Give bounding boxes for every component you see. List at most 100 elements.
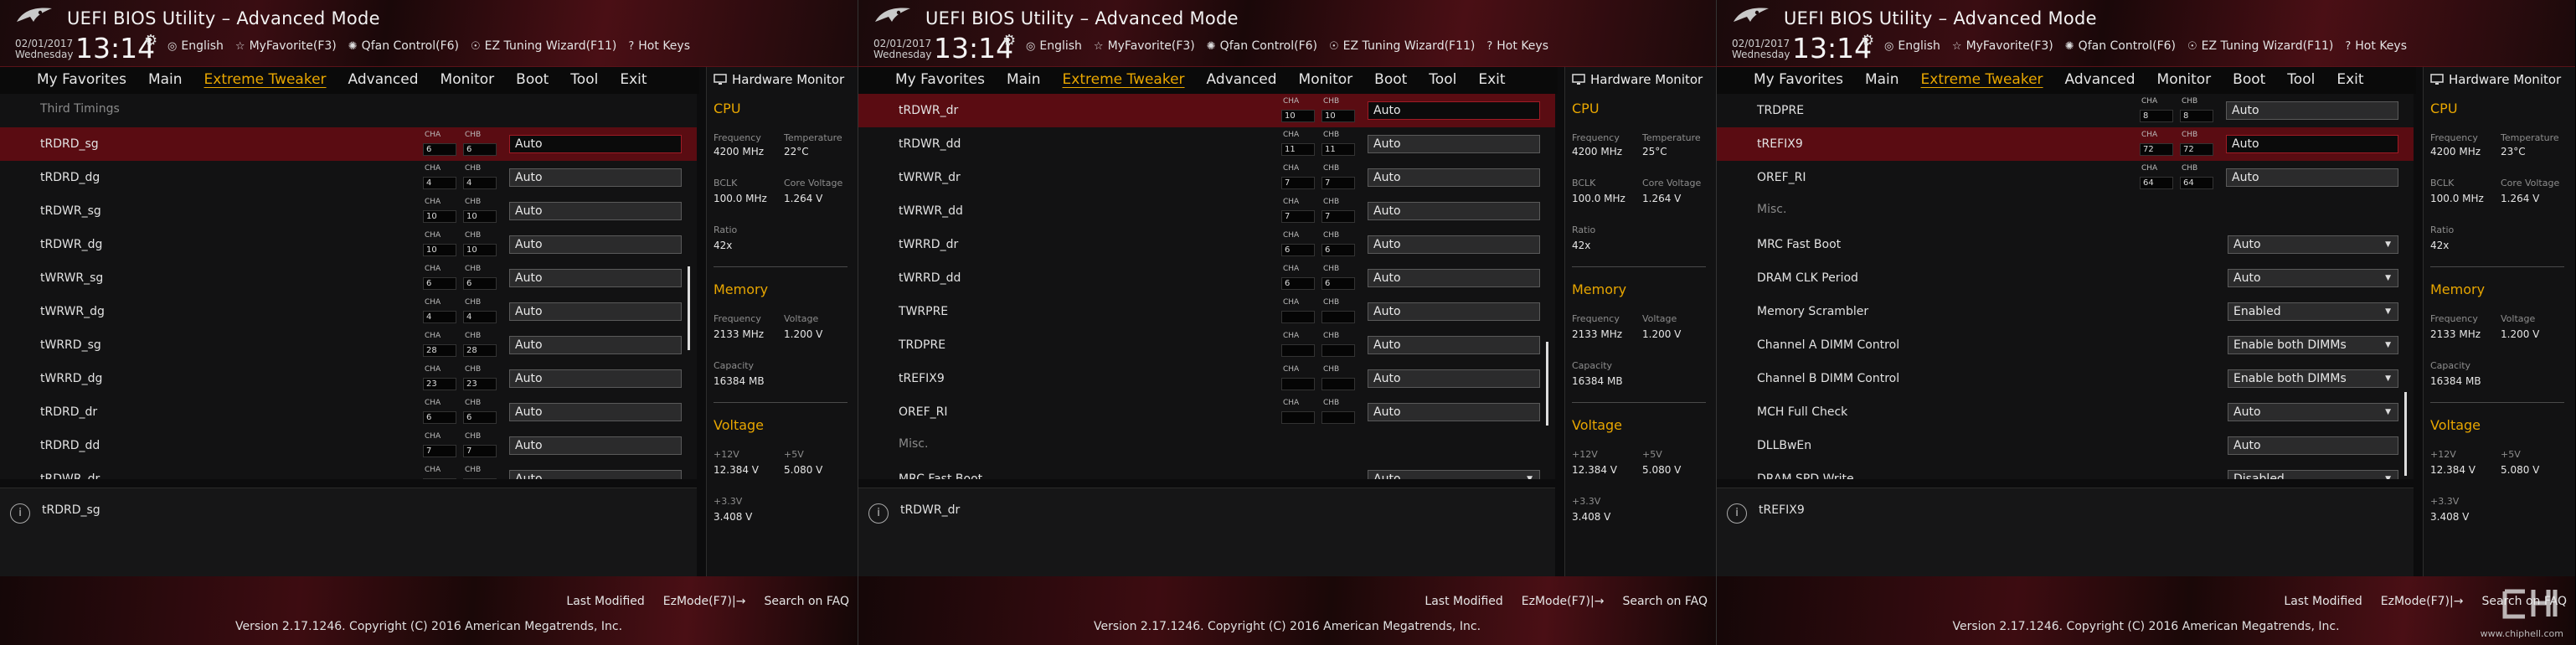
setting-input[interactable]: Auto: [1368, 202, 1540, 220]
toolbar-item[interactable]: ☆ MyFavorite(F3): [1094, 39, 1195, 53]
toolbar-item[interactable]: ✺ Qfan Control(F6): [1207, 39, 1317, 53]
ezmode-button[interactable]: EzMode(F7)|→: [2381, 595, 2464, 608]
setting-row[interactable]: tWRWR_dg CHA 4 CHB 4 Auto: [0, 295, 697, 328]
setting-row[interactable]: tRDRD_sg CHA 6 CHB 6 Auto: [0, 127, 697, 161]
toolbar-item[interactable]: ☉ EZ Tuning Wizard(F11): [471, 39, 616, 53]
setting-row[interactable]: Channel A DIMM Control Enable both DIMMs: [1717, 328, 2414, 362]
search-faq-button[interactable]: Search on FAQ: [764, 595, 849, 608]
setting-row[interactable]: OREF_RI CHA CHB Auto: [858, 395, 1555, 429]
ezmode-button[interactable]: EzMode(F7)|→: [1522, 595, 1605, 608]
setting-input[interactable]: Auto: [2226, 168, 2398, 187]
setting-dropdown[interactable]: Disabled: [2228, 470, 2398, 479]
setting-input[interactable]: Auto: [509, 436, 682, 455]
tab-exit[interactable]: Exit: [2336, 67, 2376, 94]
setting-input[interactable]: Auto: [509, 336, 682, 354]
setting-row[interactable]: tRDRD_dd CHA 7 CHB 7 Auto: [0, 429, 697, 462]
setting-row[interactable]: TWRPRE CHA CHB Auto: [858, 295, 1555, 328]
toolbar-item[interactable]: ? Hot Keys: [1486, 39, 1548, 53]
last-modified-button[interactable]: Last Modified: [566, 595, 644, 608]
tab-boot[interactable]: Boot: [2233, 67, 2278, 94]
setting-input[interactable]: Auto: [509, 470, 682, 479]
setting-row[interactable]: tWRWR_dr CHA 7 CHB 7 Auto: [858, 161, 1555, 194]
setting-row[interactable]: TRDPRE CHA 8 CHB 8 Auto: [1717, 94, 2414, 127]
tab-monitor[interactable]: Monitor: [2157, 67, 2224, 94]
tab-tool[interactable]: Tool: [2287, 67, 2327, 94]
setting-input[interactable]: Auto: [509, 235, 682, 254]
setting-row[interactable]: tRDRD_dg CHA 4 CHB 4 Auto: [0, 161, 697, 194]
setting-input[interactable]: Auto: [1368, 235, 1540, 254]
setting-input[interactable]: Auto: [1368, 168, 1540, 187]
tab-monitor[interactable]: Monitor: [1299, 67, 1366, 94]
setting-row[interactable]: tWRWR_sg CHA 6 CHB 6 Auto: [0, 261, 697, 295]
setting-row[interactable]: tRDWR_dr CHA 10 CHB 10 Auto: [858, 94, 1555, 127]
setting-row[interactable]: TRDPRE CHA CHB Auto: [858, 328, 1555, 362]
tab-main[interactable]: Main: [1007, 67, 1054, 94]
setting-dropdown[interactable]: Enable both DIMMs: [2228, 369, 2398, 388]
setting-input[interactable]: Auto: [1368, 135, 1540, 153]
tab-main[interactable]: Main: [148, 67, 195, 94]
toolbar-item[interactable]: ? Hot Keys: [628, 39, 690, 53]
scrollbar-thumb[interactable]: [2404, 392, 2407, 476]
setting-dropdown[interactable]: Auto: [2228, 269, 2398, 287]
setting-input[interactable]: Auto: [509, 302, 682, 321]
setting-row[interactable]: MRC Fast Boot Auto: [1717, 228, 2414, 261]
setting-row[interactable]: tRDWR_sg CHA 10 CHB 10 Auto: [0, 194, 697, 228]
toolbar-item[interactable]: ☉ EZ Tuning Wizard(F11): [2187, 39, 2333, 53]
setting-input[interactable]: Auto: [2226, 135, 2398, 153]
tab-tool[interactable]: Tool: [1429, 67, 1469, 94]
setting-dropdown[interactable]: Enable both DIMMs: [2228, 336, 2398, 354]
setting-row[interactable]: OREF_RI CHA 64 CHB 64 Auto: [1717, 161, 2414, 194]
setting-dropdown[interactable]: Auto: [1368, 470, 1540, 479]
tab-my-favorites[interactable]: My Favorites: [37, 67, 139, 94]
setting-row[interactable]: DRAM SPD Write Disabled: [1717, 462, 2414, 479]
gear-icon[interactable]: ⚙: [144, 32, 157, 49]
setting-input[interactable]: Auto: [509, 269, 682, 287]
tab-advanced[interactable]: Advanced: [2065, 67, 2148, 94]
scrollbar-thumb[interactable]: [688, 266, 690, 350]
setting-input[interactable]: Auto: [1368, 369, 1540, 388]
toolbar-item[interactable]: ◎ English: [1884, 39, 1940, 53]
tab-advanced[interactable]: Advanced: [348, 67, 431, 94]
setting-row[interactable]: tWRRD_dr CHA 6 CHB 6 Auto: [858, 228, 1555, 261]
tab-monitor[interactable]: Monitor: [440, 67, 507, 94]
setting-input[interactable]: Auto: [509, 168, 682, 187]
setting-row[interactable]: tREFIX9 CHA 72 CHB 72 Auto: [1717, 127, 2414, 161]
scrollbar-thumb[interactable]: [1546, 342, 1548, 426]
tab-main[interactable]: Main: [1865, 67, 1912, 94]
toolbar-item[interactable]: ☆ MyFavorite(F3): [1952, 39, 2053, 53]
setting-row[interactable]: tWRRD_dd CHA 6 CHB 6 Auto: [858, 261, 1555, 295]
tab-exit[interactable]: Exit: [1478, 67, 1517, 94]
tab-advanced[interactable]: Advanced: [1207, 67, 1290, 94]
setting-row[interactable]: tRDWR_dd CHA 11 CHB 11 Auto: [858, 127, 1555, 161]
setting-row[interactable]: tWRWR_dd CHA 7 CHB 7 Auto: [858, 194, 1555, 228]
setting-input[interactable]: Auto: [1368, 336, 1540, 354]
setting-row[interactable]: Memory Scrambler Enabled: [1717, 295, 2414, 328]
setting-dropdown[interactable]: Enabled: [2228, 302, 2398, 321]
tab-my-favorites[interactable]: My Favorites: [1754, 67, 1856, 94]
setting-row[interactable]: tWRRD_dg CHA 23 CHB 23 Auto: [0, 362, 697, 395]
setting-input[interactable]: Auto: [509, 369, 682, 388]
tab-boot[interactable]: Boot: [516, 67, 561, 94]
setting-input[interactable]: Auto: [509, 403, 682, 421]
toolbar-item[interactable]: ✺ Qfan Control(F6): [348, 39, 459, 53]
tab-boot[interactable]: Boot: [1374, 67, 1419, 94]
ezmode-button[interactable]: EzMode(F7)|→: [663, 595, 746, 608]
setting-row[interactable]: DRAM CLK Period Auto: [1717, 261, 2414, 295]
setting-input[interactable]: Auto: [509, 202, 682, 220]
tab-extreme-tweaker[interactable]: Extreme Tweaker: [204, 67, 339, 94]
setting-input[interactable]: Auto: [1368, 403, 1540, 421]
toolbar-item[interactable]: ◎ English: [1026, 39, 1082, 53]
setting-row[interactable]: MCH Full Check Auto: [1717, 395, 2414, 429]
setting-row[interactable]: Channel B DIMM Control Enable both DIMMs: [1717, 362, 2414, 395]
setting-input[interactable]: Auto: [1368, 101, 1540, 120]
setting-dropdown[interactable]: Auto: [2228, 403, 2398, 421]
toolbar-item[interactable]: ☉ EZ Tuning Wizard(F11): [1329, 39, 1475, 53]
setting-row[interactable]: tRDRD_dr CHA 6 CHB 6 Auto: [0, 395, 697, 429]
search-faq-button[interactable]: Search on FAQ: [1622, 595, 1708, 608]
tab-my-favorites[interactable]: My Favorites: [895, 67, 997, 94]
gear-icon[interactable]: ⚙: [1861, 32, 1874, 49]
toolbar-item[interactable]: ✺ Qfan Control(F6): [2065, 39, 2176, 53]
tab-tool[interactable]: Tool: [570, 67, 611, 94]
tab-extreme-tweaker[interactable]: Extreme Tweaker: [1921, 67, 2056, 94]
setting-row[interactable]: MRC Fast Boot Auto: [858, 462, 1555, 479]
